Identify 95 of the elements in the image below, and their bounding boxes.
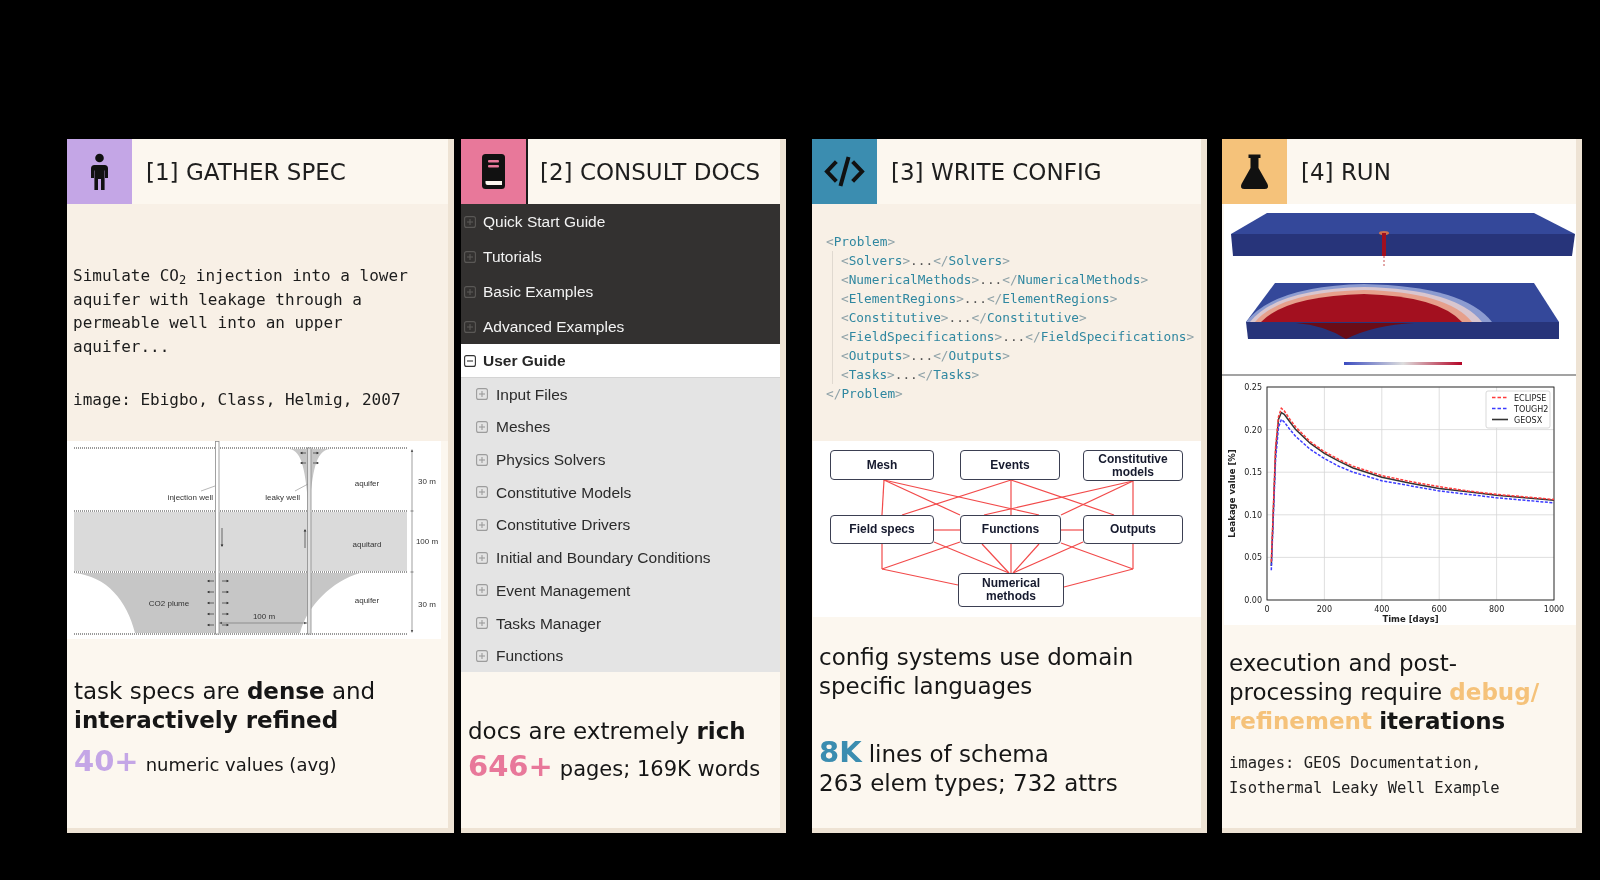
nav-item[interactable]: Advanced Examples: [461, 309, 780, 344]
image-credit: image: Ebigbo, Class, Helmig, 2007: [73, 389, 402, 411]
nav-item[interactable]: User Guide: [461, 344, 780, 378]
connector-line: [1060, 529, 1084, 531]
tick-label: 0.15: [1244, 468, 1262, 478]
tick-label: 0.20: [1244, 425, 1262, 435]
legend-label: GEOSX: [1514, 415, 1543, 425]
diagram-label: 30 m: [418, 477, 436, 486]
diagram-label: leaky well: [265, 493, 300, 502]
nav-item[interactable]: Constitutive Models: [461, 476, 780, 509]
tick-label: 0: [1264, 605, 1270, 614]
stat-value: 646+: [468, 748, 553, 786]
code-line: <Constitutive>...</Constitutive>: [841, 309, 1088, 327]
tick-label: 1000: [1543, 605, 1565, 614]
connector-line: [933, 529, 961, 531]
tick-label: 800: [1488, 605, 1505, 614]
code-line: <Outputs>...</Outputs>: [841, 347, 1011, 365]
code-line: <FieldSpecifications>...</FieldSpecifications>: [841, 328, 1195, 346]
diagram-node: Numerical methods: [958, 573, 1064, 607]
code-line: <Tasks>...</Tasks>: [841, 366, 981, 384]
code-line: <Solvers>...</Solvers>: [841, 252, 1011, 270]
nav-item[interactable]: Quick Start Guide: [461, 204, 780, 239]
nav-item[interactable]: Event Management: [461, 574, 780, 607]
tick-label: 400: [1374, 605, 1390, 614]
stat-label: numeric values (avg): [145, 753, 337, 777]
diagram-node: Constitutive models: [1083, 450, 1183, 481]
summary-text: task specs are dense and interactively refined: [74, 677, 377, 735]
diagram-node: Events: [960, 450, 1060, 480]
tick-label: 0.00: [1244, 596, 1262, 605]
card-title: [3] WRITE CONFIG: [891, 157, 1102, 186]
expand-icon[interactable]: [464, 285, 476, 298]
summary-text: config systems use domain specific languages: [819, 643, 1135, 701]
nav-item[interactable]: Tutorials: [461, 239, 780, 274]
tick-label: 0.25: [1244, 383, 1262, 392]
code-line: <ElementRegions>...</ElementRegions>: [841, 290, 1119, 308]
expand-icon[interactable]: [476, 584, 488, 597]
legend-label: TOUGH2: [1514, 404, 1549, 414]
diagram-label: 100 m: [252, 612, 276, 621]
summary-text: execution and post-processing require debug/refinement iterations: [1229, 649, 1541, 736]
card-title: [1] GATHER SPEC: [146, 157, 346, 186]
diagram-node: Functions: [960, 515, 1061, 544]
expand-icon[interactable]: [464, 320, 476, 333]
code-line: <Problem>: [826, 233, 897, 251]
expand-icon[interactable]: [476, 453, 488, 466]
image-credit: images: GEOS Documentation, Isothermal Leaky Well Example: [1229, 753, 1501, 799]
expand-icon[interactable]: [476, 519, 488, 532]
nav-item[interactable]: Physics Solvers: [461, 443, 780, 477]
stat-value: 8K: [819, 734, 862, 771]
leader-line: [294, 483, 309, 492]
expand-icon[interactable]: [476, 388, 488, 401]
diagram-node: Mesh: [830, 450, 934, 480]
tick-label: 200: [1316, 605, 1333, 614]
tick-label: 0.10: [1244, 510, 1262, 520]
stat-label: lines of schema: [868, 740, 1049, 769]
leader-line: [200, 485, 216, 492]
collapse-icon[interactable]: [464, 354, 476, 367]
stat-value: 40+: [74, 743, 139, 780]
expand-icon[interactable]: [464, 215, 476, 228]
expand-icon[interactable]: [476, 551, 488, 564]
card-title: [2] CONSULT DOCS: [540, 157, 761, 186]
nav-item[interactable]: Constitutive Drivers: [461, 508, 780, 542]
diagram-label: CO2 plume: [148, 599, 190, 608]
legend-label: ECLIPSE: [1514, 393, 1547, 403]
expand-icon[interactable]: [464, 250, 476, 263]
task-description: Simulate CO$_{2}$ injection into a lower aquifer with leakage through a permeable well into an upper aquifer...: [73, 265, 409, 358]
code-line: <NumericalMethods>...</NumericalMethods>: [841, 271, 1150, 289]
expand-icon[interactable]: [476, 649, 488, 662]
flow-arrow: [303, 529, 307, 549]
diagram-node: Outputs: [1083, 515, 1183, 544]
diagram-label: injection well: [167, 493, 213, 502]
code-line: </Problem>: [826, 385, 904, 403]
tick-label: 600: [1431, 605, 1447, 614]
axis-title: Leakage value [%]: [1227, 449, 1237, 538]
flow-arrow: [220, 527, 224, 547]
expand-icon[interactable]: [476, 486, 488, 499]
nav-item[interactable]: Initial and Boundary Conditions: [461, 541, 780, 575]
expand-icon[interactable]: [476, 421, 488, 434]
stat-detail: 263 elem types; 732 attrs: [819, 769, 1119, 798]
summary-text: docs are extremely rich: [468, 717, 747, 747]
card-title: [4] RUN: [1301, 157, 1391, 186]
axis-title: Time [days]: [1382, 614, 1439, 624]
nav-item[interactable]: Tasks Manager: [461, 606, 780, 640]
nav-item[interactable]: Functions: [461, 639, 780, 673]
diagram-label: aquitard: [352, 540, 382, 549]
diagram-label: 30 m: [418, 600, 436, 609]
stat-label: pages; 169K words: [559, 756, 761, 784]
tick-label: 0.05: [1244, 553, 1262, 563]
nav-item[interactable]: Basic Examples: [461, 274, 780, 309]
nav-item[interactable]: Input Files: [461, 378, 780, 411]
diagram-label: 100 m: [415, 537, 439, 546]
nav-item[interactable]: Meshes: [461, 410, 780, 444]
diagram-label: aquifer: [354, 596, 380, 605]
expand-icon[interactable]: [476, 617, 488, 630]
diagram-label: aquifer: [354, 479, 380, 488]
diagram-node: Field specs: [830, 515, 934, 544]
